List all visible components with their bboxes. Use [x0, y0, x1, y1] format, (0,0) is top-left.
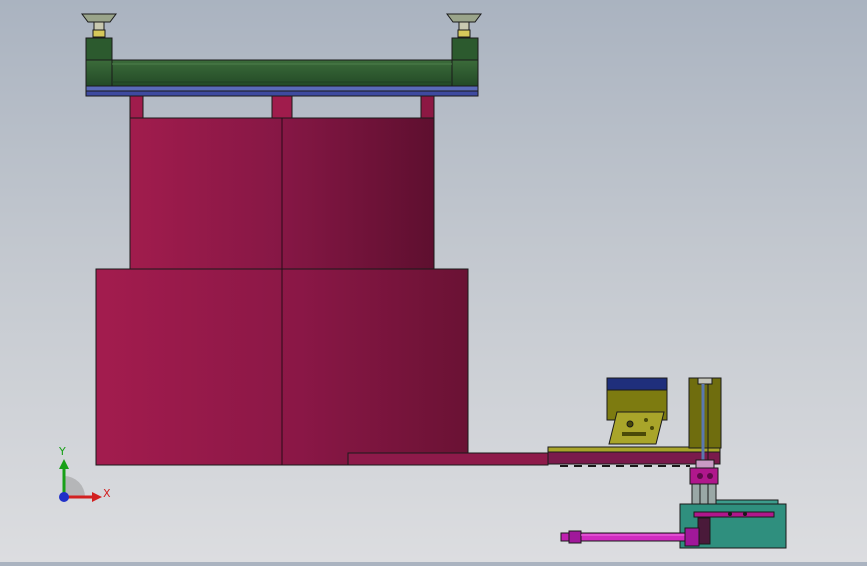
beam-base-strip[interactable] [85, 90, 479, 97]
z-axis-dot [59, 492, 69, 502]
push-rod[interactable] [560, 527, 700, 547]
right-leveling-foot[interactable] [446, 13, 482, 38]
column-body[interactable] [95, 117, 469, 466]
beam-base-plate[interactable] [85, 85, 479, 92]
vertical-actuator[interactable] [688, 377, 722, 509]
feeder-module[interactable] [606, 377, 668, 445]
x-axis-arrowhead [92, 492, 102, 502]
cad-graphics-viewport[interactable]: Y X [0, 0, 867, 562]
y-axis-arrowhead [59, 459, 69, 469]
right-corner-block-upper[interactable] [451, 37, 479, 61]
x-axis-label: X [103, 487, 111, 500]
center-hanger[interactable] [271, 95, 293, 119]
base-rail[interactable] [347, 452, 549, 466]
slide-table[interactable] [547, 446, 721, 467]
y-axis-label: Y [58, 445, 66, 458]
top-frame[interactable] [81, 13, 482, 119]
assembly-drawing[interactable]: Y X [0, 0, 867, 562]
left-leveling-foot[interactable] [81, 13, 117, 38]
left-corner-block-upper[interactable] [85, 37, 113, 61]
left-hanger[interactable] [129, 95, 144, 119]
right-hanger[interactable] [420, 95, 435, 119]
